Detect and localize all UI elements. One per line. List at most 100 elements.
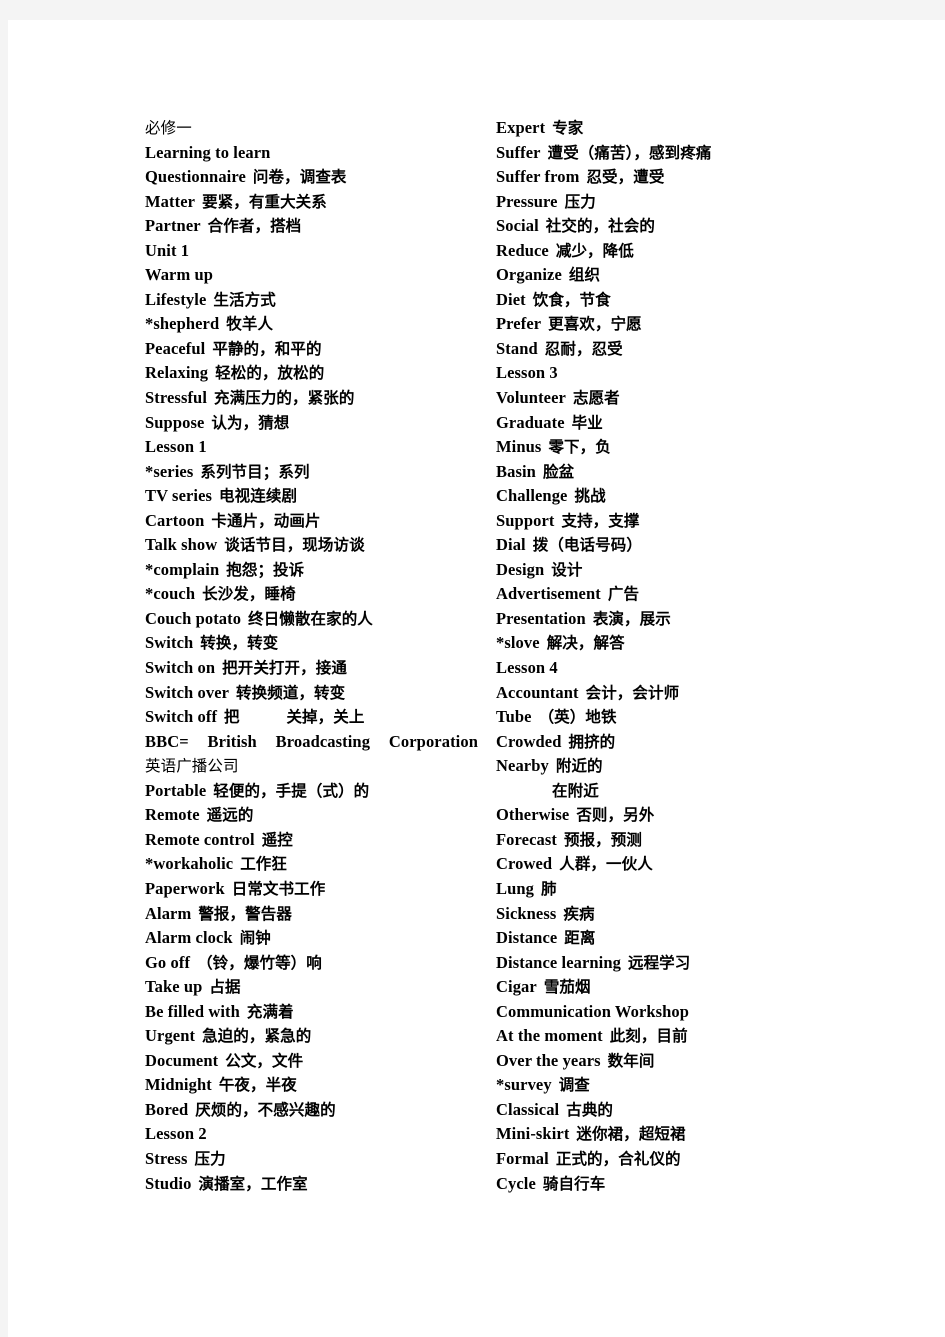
entry-definition: 远程学习: [627, 953, 691, 972]
entry-term: Switch: [145, 633, 194, 653]
vocabulary-entry: Cartoon 卡通片，动画片: [145, 509, 485, 534]
vocabulary-entry: Lifestyle 生活方式: [145, 288, 485, 313]
entry-definition: （铃，爆竹等）响: [197, 953, 322, 972]
entry-term: Portable: [145, 780, 207, 800]
entry-term: Expert: [496, 118, 546, 137]
entry-term: Be filled with: [145, 1001, 240, 1021]
entry-term: Pressure: [496, 191, 558, 211]
vocabulary-entry: Couch potato 终日懒散在家的人: [145, 607, 485, 632]
entry-term: Learning to learn: [145, 142, 271, 162]
entry-definition: 专家: [552, 119, 584, 137]
entry-term-part: Corporation: [388, 731, 478, 751]
entry-definition: 遭受（痛苦），感到疼痛: [547, 143, 712, 162]
entry-term: At the moment: [496, 1026, 603, 1046]
entry-term: Lesson 2: [145, 1124, 207, 1144]
entry-definition: 公文，文件: [225, 1051, 304, 1070]
entry-term: Suppose: [145, 412, 205, 432]
entry-term: Mini-skirt: [496, 1124, 570, 1144]
vocabulary-column-left: 必修一 Learning to learn Questionnaire 问卷，调查表 M…: [145, 116, 485, 1196]
entry-term: Cycle: [496, 1173, 536, 1193]
vocabulary-entry: 必修一: [145, 116, 485, 141]
entry-definition: 把开关打开，接通: [222, 659, 347, 678]
vocabulary-entry: Graduate 毕业: [496, 411, 836, 436]
vocabulary-entry: Distance learning 远程学习: [496, 951, 836, 976]
vocabulary-entry: Diet 饮食，节食: [496, 288, 836, 313]
entry-term: Remote: [145, 805, 200, 825]
entry-term: Crowded: [496, 731, 562, 751]
entry-definition: 午夜，半夜: [218, 1076, 297, 1095]
vocabulary-entry: *shepherd 牧羊人: [145, 312, 485, 337]
vocabulary-entry: Nearby 附近的: [496, 754, 836, 779]
vocabulary-entry: Tube （英）地铁: [496, 705, 836, 730]
entry-term: Urgent: [145, 1026, 196, 1046]
entry-term: *slove: [496, 633, 540, 653]
entry-definition: 毕业: [571, 413, 603, 432]
entry-term-part: British: [207, 731, 257, 751]
vocabulary-entry: Document 公文，文件: [145, 1049, 485, 1074]
entry-definition: 占据: [209, 978, 241, 997]
entry-definition: 预报，预测: [563, 830, 642, 849]
entry-definition: 压力: [564, 192, 596, 211]
vocabulary-entry: Minus 零下，负: [496, 435, 836, 460]
entry-definition: 演播室，工作室: [198, 1174, 308, 1193]
vocabulary-entry: 英语广播公司: [145, 754, 485, 779]
vocabulary-entry: Talk show 谈话节目，现场访谈: [145, 533, 485, 558]
vocabulary-entry: Challenge 挑战: [496, 484, 836, 509]
entry-definition: 志愿者: [572, 389, 620, 408]
entry-definition: 生活方式: [213, 290, 276, 309]
entry-term: Volunteer: [496, 388, 566, 408]
entry-definition: 终日懒散在家的人: [248, 609, 373, 628]
entry-definition: 充满压力的，紧张的: [214, 389, 355, 408]
entry-definition: 日常文书工作: [231, 879, 326, 898]
entry-definition: 警报，警告器: [198, 904, 292, 923]
entry-term: Take up: [145, 977, 203, 997]
entry-term: Talk show: [145, 535, 218, 555]
vocabulary-entry: Organize 组织: [496, 263, 836, 288]
entry-term: *couch: [145, 584, 196, 604]
entry-definition: 充满着: [246, 1002, 294, 1021]
entry-term: *shepherd: [145, 314, 220, 334]
vocabulary-entry: Reduce 减少，降低: [496, 239, 836, 264]
entry-term: Lesson 1: [145, 437, 207, 457]
entry-definition: 肺: [541, 879, 557, 898]
vocabulary-entry: Crowed 人群，一伙人: [496, 852, 836, 877]
vocabulary-entry: *couch 长沙发，睡椅: [145, 582, 485, 607]
entry-definition: 忍耐，忍受: [544, 339, 623, 358]
entry-term: Diet: [496, 289, 526, 309]
entry-definition: 转换，转变: [200, 634, 279, 653]
vocabulary-entry: Take up 占据: [145, 975, 485, 1000]
entry-term: Organize: [496, 265, 562, 285]
entry-term-part: BBC=: [145, 731, 189, 751]
vocabulary-entry: Design 设计: [496, 558, 836, 583]
entry-term: Distance learning: [496, 952, 621, 972]
entry-definition: 在附近: [552, 781, 599, 800]
entry-term: Lesson 3: [496, 363, 558, 383]
vocabulary-entry: Pressure 压力: [496, 190, 836, 215]
entry-definition: 忍受，遭受: [586, 168, 665, 187]
entry-term: Questionnaire: [145, 167, 246, 187]
document-page: 必修一 Learning to learn Questionnaire 问卷，调查表 M…: [8, 20, 945, 1337]
entry-term: Prefer: [496, 314, 542, 334]
entry-definition: 牧羊人: [226, 315, 274, 334]
entry-definition: 平静的，和平的: [212, 339, 322, 358]
entry-term: Design: [496, 559, 545, 579]
entry-term: Support: [496, 510, 555, 530]
entry-definition: 调查: [558, 1076, 590, 1095]
vocabulary-entry: Be filled with 充满着: [145, 1000, 485, 1025]
vocabulary-entry: Stress 压力: [145, 1147, 485, 1172]
vocabulary-entry: Mini-skirt 迷你裙，超短裙: [496, 1122, 836, 1147]
vocabulary-entry: Over the years 数年间: [496, 1049, 836, 1074]
entry-definition: （英）地铁: [538, 708, 617, 727]
entry-term: Switch over: [145, 682, 230, 702]
entry-definition: 问卷，调查表: [252, 168, 347, 187]
entry-definition: 人群，一伙人: [559, 855, 653, 874]
vocabulary-entry: Volunteer 志愿者: [496, 386, 836, 411]
entry-term: *series: [145, 461, 194, 481]
entry-definition: 会计，会计师: [585, 683, 680, 702]
vocabulary-entry: Prefer 更喜欢，宁愿: [496, 312, 836, 337]
vocabulary-entry: Suffer from 忍受，遭受: [496, 165, 836, 190]
entry-definition: 系列节目；系列: [200, 462, 310, 481]
vocabulary-entry: Crowded 拥挤的: [496, 730, 836, 755]
vocabulary-entry: Distance 距离: [496, 926, 836, 951]
entry-term: Formal: [496, 1148, 549, 1168]
